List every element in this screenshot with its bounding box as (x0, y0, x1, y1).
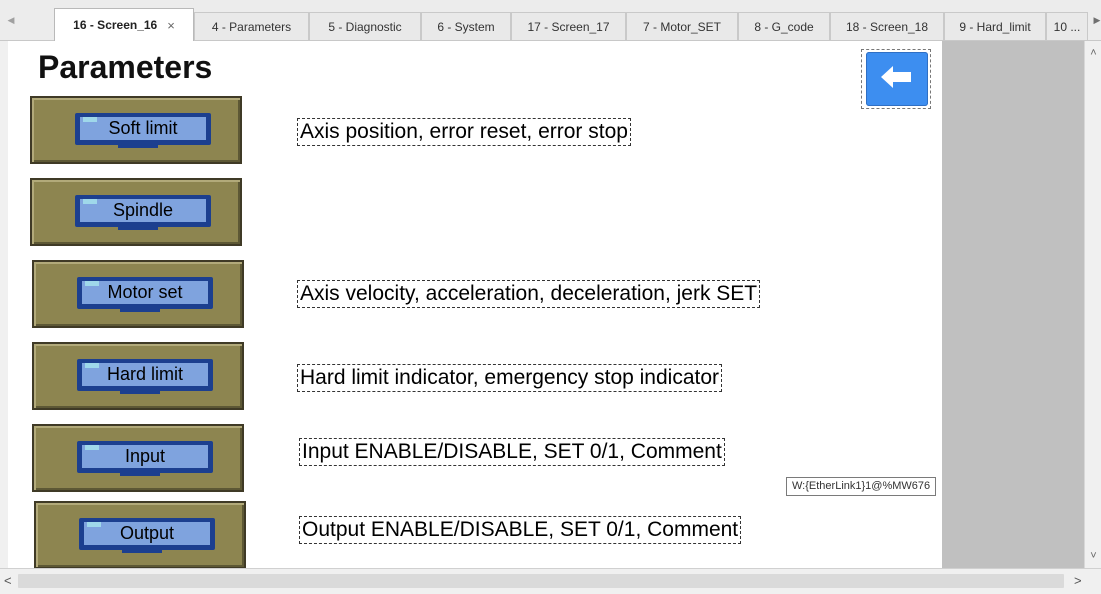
tab-g-code[interactable]: 8 - G_code (738, 12, 830, 40)
tab-label: 17 - Screen_17 (527, 19, 610, 34)
tab-motor-set[interactable]: 7 - Motor_SET (626, 12, 738, 40)
soft-limit-description: Axis position, error reset, error stop (297, 118, 631, 146)
tab-strip: ◀ 16 - Screen_16 × 4 - Parameters 5 - Di… (0, 0, 1101, 41)
tab-label: 4 - Parameters (211, 19, 292, 34)
horizontal-scrollbar[interactable]: < > (0, 568, 1101, 594)
scroll-down-icon[interactable]: ˅ (1085, 550, 1101, 562)
address-tooltip: W:{EtherLink1}1@%MW676 (786, 477, 937, 496)
back-button-face[interactable] (866, 52, 928, 106)
input-button[interactable]: Input (32, 424, 244, 492)
tab-system[interactable]: 6 - System (421, 12, 511, 40)
monitor-icon: Output (79, 518, 215, 550)
tab-label: 16 - Screen_16 (73, 18, 158, 32)
tab-screen-18[interactable]: 18 - Screen_18 (830, 12, 944, 40)
button-label: Soft limit (80, 117, 206, 140)
monitor-icon: Soft limit (75, 113, 211, 145)
page-title: Parameters (38, 49, 213, 85)
monitor-icon: Input (77, 441, 213, 473)
back-button[interactable] (861, 49, 931, 109)
button-label: Output (84, 522, 210, 545)
monitor-icon: Spindle (75, 195, 211, 227)
scroll-thumb[interactable] (18, 574, 1064, 588)
soft-limit-button[interactable]: Soft limit (30, 96, 242, 164)
tab-label: 6 - System (437, 19, 495, 34)
spindle-button[interactable]: Spindle (30, 178, 242, 246)
tab-overflow[interactable]: 10 ... (1046, 12, 1088, 40)
monitor-icon: Hard limit (77, 359, 213, 391)
tab-screen-16[interactable]: 16 - Screen_16 × (54, 8, 194, 41)
tab-label: 10 ... (1053, 19, 1081, 34)
arrow-left-icon (881, 65, 913, 93)
scroll-left-icon[interactable]: < (4, 573, 12, 588)
tab-label: 7 - Motor_SET (642, 19, 722, 34)
tab-scroll-right-icon[interactable]: ▶ (1090, 0, 1101, 40)
tab-label: 9 - Hard_limit (959, 19, 1031, 34)
button-label: Input (82, 445, 208, 468)
tab-screen-17[interactable]: 17 - Screen_17 (511, 12, 626, 40)
output-button[interactable]: Output (34, 501, 246, 568)
tab-parameters[interactable]: 4 - Parameters (194, 12, 309, 40)
side-panel (942, 41, 1084, 568)
motor-set-description: Axis velocity, acceleration, deceleratio… (297, 280, 761, 308)
tab-scroll-left-icon[interactable]: ◀ (4, 0, 18, 40)
tab-label: 18 - Screen_18 (845, 19, 929, 34)
output-description: Output ENABLE/DISABLE, SET 0/1, Comment (299, 516, 742, 544)
tab-hard-limit[interactable]: 9 - Hard_limit (944, 12, 1046, 40)
close-icon[interactable]: × (167, 18, 175, 33)
scroll-right-icon[interactable]: > (1074, 573, 1082, 588)
hard-limit-button[interactable]: Hard limit (32, 342, 244, 410)
tab-label: 8 - G_code (754, 19, 814, 34)
button-label: Hard limit (82, 363, 208, 386)
button-label: Spindle (80, 199, 206, 222)
button-label: Motor set (82, 281, 208, 304)
vertical-scrollbar[interactable]: ˄ ˅ (1084, 41, 1101, 568)
tab-label: 5 - Diagnostic (328, 19, 402, 34)
input-description: Input ENABLE/DISABLE, SET 0/1, Comment (299, 438, 725, 466)
monitor-icon: Motor set (77, 277, 213, 309)
hard-limit-description: Hard limit indicator, emergency stop ind… (297, 364, 723, 392)
scroll-up-icon[interactable]: ˄ (1085, 47, 1101, 59)
tab-diagnostic[interactable]: 5 - Diagnostic (309, 12, 421, 40)
motor-set-button[interactable]: Motor set (32, 260, 244, 328)
